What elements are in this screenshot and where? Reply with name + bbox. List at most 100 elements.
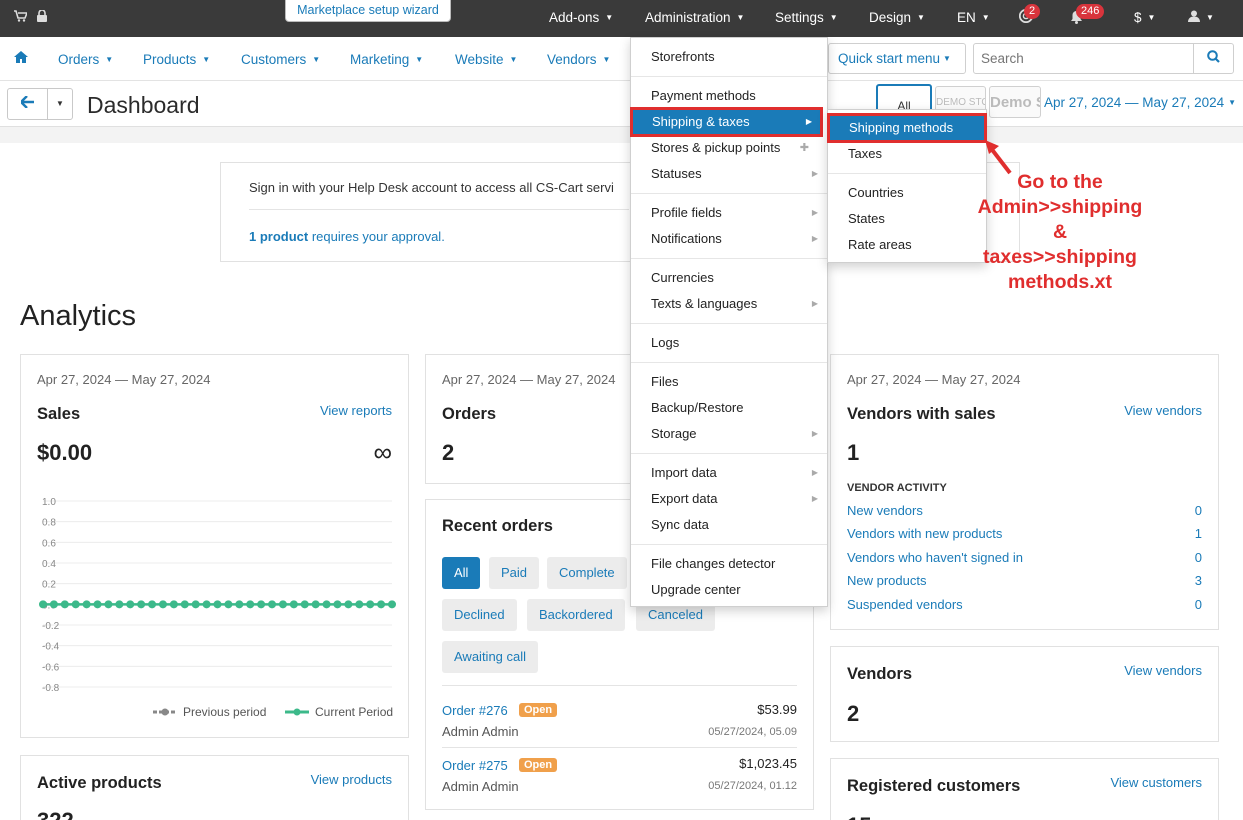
data-point <box>366 600 375 609</box>
filter-complete[interactable]: Complete <box>547 557 627 589</box>
data-point <box>148 600 157 609</box>
menu-import-data[interactable]: Import data ▶ <box>631 460 827 486</box>
order-276-status: Open <box>519 703 558 717</box>
currency-selector[interactable]: $ ▼ <box>1134 10 1155 25</box>
home-icon[interactable] <box>14 51 28 66</box>
view-vendors-link[interactable]: View vendors <box>1124 403 1202 418</box>
chevron-right-icon: ▶ <box>805 117 812 126</box>
order-276-customer: Admin Admin <box>442 724 519 739</box>
menu-statuses[interactable]: Statuses ▶ <box>631 161 827 187</box>
data-point <box>268 600 277 609</box>
date-range-picker[interactable]: Apr 27, 2024 — May 27, 2024 ▼ <box>1044 95 1236 110</box>
menu-payment-methods[interactable]: Payment methods <box>631 83 827 109</box>
vendors-card: Vendors View vendors 2 <box>830 646 1219 742</box>
data-point <box>300 600 309 609</box>
page-title: Dashboard <box>87 92 200 118</box>
language-selector[interactable]: EN ▼ <box>957 10 990 25</box>
nav-vendors[interactable]: Vendors ▼ <box>547 52 610 67</box>
data-point <box>49 600 58 609</box>
menu-storefronts[interactable]: Storefronts <box>631 44 827 70</box>
marketplace-wizard-button[interactable]: Marketplace setup wizard <box>285 0 451 22</box>
approval-link[interactable]: 1 product <box>249 229 308 244</box>
view-vendors-link-2[interactable]: View vendors <box>1124 663 1202 678</box>
nav-orders[interactable]: Orders ▼ <box>58 52 113 67</box>
va-not-signed-in[interactable]: Vendors who haven't signed in 0 <box>847 550 1202 565</box>
filter-declined[interactable]: Declined <box>442 599 517 631</box>
arrow-left-icon <box>19 95 34 112</box>
user-icon <box>1188 10 1200 25</box>
y-tick-label: 1.0 <box>42 497 56 508</box>
orders-value: 2 <box>442 440 455 465</box>
nav-marketing[interactable]: Marketing ▼ <box>350 52 423 67</box>
menu-design[interactable]: Design ▼ <box>869 10 925 25</box>
help-badge: 2 <box>1024 4 1041 19</box>
filter-paid[interactable]: Paid <box>489 557 540 589</box>
menu-addons[interactable]: Add-ons ▼ <box>549 10 613 25</box>
back-button[interactable] <box>7 88 48 120</box>
cart-icon[interactable] <box>14 10 29 25</box>
chevron-right-icon: ▶ <box>811 299 818 308</box>
data-point <box>115 600 124 609</box>
menu-texts-languages[interactable]: Texts & languages ▶ <box>631 291 827 317</box>
lock-icon[interactable] <box>37 9 47 25</box>
order-275-link[interactable]: Order #275 <box>442 758 508 773</box>
data-point <box>169 600 178 609</box>
sales-chart: 1.00.80.60.40.20.0-0.2-0.4-0.6-0.8Previo… <box>39 497 396 719</box>
menu-upgrade-center[interactable]: Upgrade center <box>631 577 827 603</box>
administration-dropdown: Storefronts Payment methods Shipping & t… <box>630 37 828 607</box>
store-demo2-button[interactable]: Demo Sto <box>989 86 1041 118</box>
menu-profile-fields[interactable]: Profile fields ▶ <box>631 200 827 226</box>
filter-all[interactable]: All <box>442 557 481 589</box>
data-point <box>246 600 255 609</box>
view-reports-link[interactable]: View reports <box>320 403 392 418</box>
order-276-link[interactable]: Order #276 <box>442 703 508 718</box>
menu-stores-pickup[interactable]: Stores & pickup points ✚ <box>631 135 827 161</box>
va-new-vendors[interactable]: New vendors 0 <box>847 503 1202 518</box>
back-dropdown-button[interactable]: ▼ <box>47 88 73 120</box>
menu-backup-restore[interactable]: Backup/Restore <box>631 395 827 421</box>
vendor-activity-heading: VENDOR ACTIVITY <box>847 482 947 494</box>
user-menu[interactable]: ▼ <box>1188 10 1214 25</box>
nav-website[interactable]: Website ▼ <box>455 52 517 67</box>
search-input[interactable] <box>973 43 1194 74</box>
view-customers-link[interactable]: View customers <box>1110 775 1202 790</box>
registered-customers-card: Registered customers View customers 15 <box>830 758 1219 820</box>
menu-export-data[interactable]: Export data ▶ <box>631 486 827 512</box>
va-new-products[interactable]: New products 3 <box>847 573 1202 588</box>
order-275-status: Open <box>519 758 558 772</box>
filter-backordered[interactable]: Backordered <box>527 599 625 631</box>
chevron-right-icon: ▶ <box>811 169 818 178</box>
data-point <box>289 600 298 609</box>
vendors-sales-title: Vendors with sales <box>847 405 996 423</box>
y-tick-label: -0.2 <box>42 621 60 632</box>
menu-sync-data[interactable]: Sync data <box>631 512 827 538</box>
nav-customers[interactable]: Customers ▼ <box>241 52 320 67</box>
menu-settings[interactable]: Settings ▼ <box>775 10 838 25</box>
menu-storage[interactable]: Storage ▶ <box>631 421 827 447</box>
view-products-link[interactable]: View products <box>311 772 392 787</box>
data-point <box>377 600 386 609</box>
menu-currencies[interactable]: Currencies <box>631 265 827 291</box>
recent-orders-title: Recent orders <box>442 517 553 535</box>
data-point <box>180 600 189 609</box>
menu-shipping-taxes[interactable]: Shipping & taxes ▶ <box>630 107 823 137</box>
menu-file-changes[interactable]: File changes detector <box>631 551 827 577</box>
menu-notifications[interactable]: Notifications ▶ <box>631 226 827 252</box>
sales-title: Sales <box>37 405 81 423</box>
data-point <box>213 600 222 609</box>
submenu-taxes[interactable]: Taxes <box>828 141 986 167</box>
va-new-products-vendors[interactable]: Vendors with new products 1 <box>847 526 1202 541</box>
filter-awaiting-call[interactable]: Awaiting call <box>442 641 539 673</box>
data-point <box>322 600 331 609</box>
quick-start-menu[interactable]: Quick start menu ▼ <box>828 43 966 74</box>
nav-products[interactable]: Products ▼ <box>143 52 210 67</box>
menu-administration[interactable]: Administration ▼ <box>645 10 744 25</box>
menu-logs[interactable]: Logs <box>631 330 827 356</box>
va-suspended[interactable]: Suspended vendors 0 <box>847 597 1202 612</box>
data-point <box>137 600 146 609</box>
annotation-text: Go to the Admin>>shipping & taxes>>shipp… <box>977 171 1143 293</box>
menu-files[interactable]: Files <box>631 369 827 395</box>
search-button[interactable] <box>1193 43 1234 74</box>
y-tick-label: 0.4 <box>42 559 56 570</box>
submenu-shipping-methods[interactable]: Shipping methods <box>827 113 987 143</box>
